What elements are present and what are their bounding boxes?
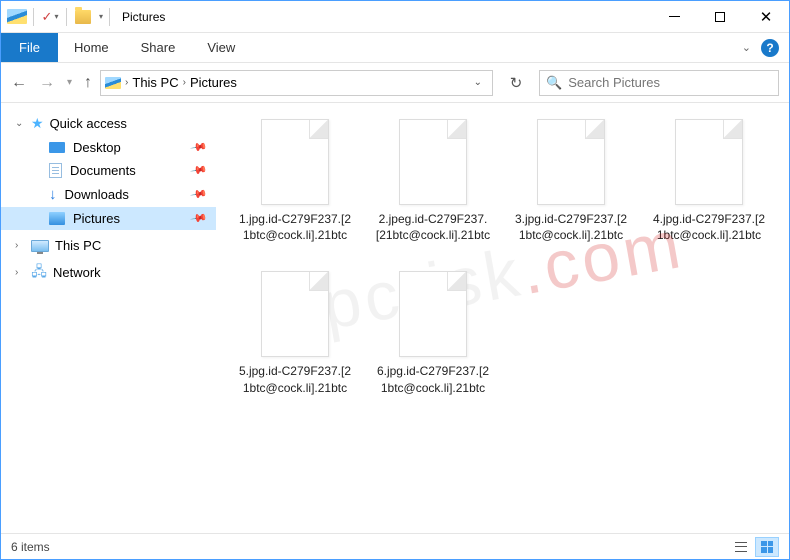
location-icon <box>105 77 121 89</box>
desktop-icon <box>49 142 65 153</box>
address-bar[interactable]: › This PC › Pictures ⌄ <box>100 70 493 96</box>
tab-view[interactable]: View <box>191 33 251 62</box>
maximize-button[interactable] <box>697 2 743 32</box>
list-icon <box>735 542 747 552</box>
search-input[interactable] <box>568 75 772 90</box>
navigation-pane: ⌄ ★ Quick access Desktop 📌 Documents 📌 ↓… <box>1 103 216 533</box>
forward-button[interactable]: → <box>39 74 55 92</box>
file-item[interactable]: 2.jpeg.id-C279F237.[21btc@cock.li].21btc <box>374 119 492 243</box>
icons-view-button[interactable] <box>755 537 779 557</box>
search-box[interactable]: 🔍 <box>539 70 779 96</box>
qat-dropdown-icon[interactable]: ▾ <box>99 12 103 21</box>
expand-icon[interactable]: › <box>15 240 18 251</box>
quick-access-header[interactable]: ⌄ ★ Quick access <box>1 111 216 136</box>
pc-icon <box>31 240 49 252</box>
back-button[interactable]: ← <box>11 74 27 92</box>
expand-ribbon-icon[interactable]: ⌄ <box>742 41 751 54</box>
network-icon: 🖧 <box>31 266 47 280</box>
search-icon: 🔍 <box>546 75 562 91</box>
file-pane[interactable]: pcrisk.com 1.jpg.id-C279F237.[21btc@cock… <box>216 103 789 533</box>
network-label: Network <box>53 265 101 280</box>
network-header[interactable]: › 🖧 Network <box>1 261 216 284</box>
grid-icon <box>761 541 773 553</box>
file-item[interactable]: 5.jpg.id-C279F237.[21btc@cock.li].21btc <box>236 271 354 395</box>
file-name: 2.jpeg.id-C279F237.[21btc@cock.li].21btc <box>374 211 492 243</box>
pin-icon: 📌 <box>190 138 209 157</box>
main-area: ⌄ ★ Quick access Desktop 📌 Documents 📌 ↓… <box>1 103 789 533</box>
close-button[interactable]: ✕ <box>743 2 789 32</box>
title-bar: ✓▾ ▾ Pictures ✕ <box>1 1 789 33</box>
file-icon <box>261 271 329 357</box>
expand-icon[interactable]: › <box>15 267 18 278</box>
sidebar-item-label: Desktop <box>73 140 121 155</box>
sidebar-item-pictures[interactable]: Pictures 📌 <box>1 207 216 230</box>
minimize-button[interactable] <box>651 2 697 32</box>
file-item[interactable]: 6.jpg.id-C279F237.[21btc@cock.li].21btc <box>374 271 492 395</box>
quick-access-toolbar: ✓▾ ▾ Pictures <box>1 7 165 27</box>
sidebar-item-label: Pictures <box>73 211 120 226</box>
file-name: 1.jpg.id-C279F237.[21btc@cock.li].21btc <box>236 211 354 243</box>
refresh-button[interactable]: ↻ <box>501 70 531 96</box>
tab-home[interactable]: Home <box>58 33 125 62</box>
file-item[interactable]: 3.jpg.id-C279F237.[21btc@cock.li].21btc <box>512 119 630 243</box>
sidebar-item-label: Documents <box>70 163 136 178</box>
sidebar-item-documents[interactable]: Documents 📌 <box>1 159 216 182</box>
address-dropdown-icon[interactable]: ⌄ <box>474 77 488 88</box>
help-icon[interactable]: ? <box>761 39 779 57</box>
pin-icon: 📌 <box>190 209 209 228</box>
quick-access-label: Quick access <box>50 116 127 131</box>
file-icon <box>675 119 743 205</box>
sidebar-item-label: Downloads <box>65 187 129 202</box>
ribbon-tabs: File Home Share View ⌄ ? <box>1 33 789 63</box>
status-bar: 6 items <box>1 533 789 559</box>
properties-icon[interactable]: ✓▾ <box>40 7 60 27</box>
chevron-right-icon[interactable]: › <box>183 77 186 88</box>
window-title: Pictures <box>122 10 165 24</box>
sidebar-item-desktop[interactable]: Desktop 📌 <box>1 136 216 159</box>
breadcrumb-this-pc[interactable]: This PC <box>132 75 178 90</box>
file-name: 6.jpg.id-C279F237.[21btc@cock.li].21btc <box>374 363 492 395</box>
pin-icon: 📌 <box>190 185 209 204</box>
tab-share[interactable]: Share <box>125 33 192 62</box>
file-name: 5.jpg.id-C279F237.[21btc@cock.li].21btc <box>236 363 354 395</box>
up-button[interactable]: ↑ <box>84 74 92 92</box>
breadcrumb-pictures[interactable]: Pictures <box>190 75 237 90</box>
file-icon <box>399 119 467 205</box>
sidebar-item-downloads[interactable]: ↓ Downloads 📌 <box>1 182 216 207</box>
view-mode-toggles <box>729 537 779 557</box>
watermark: pcrisk.com <box>316 205 689 345</box>
star-icon: ★ <box>31 115 44 132</box>
file-name: 3.jpg.id-C279F237.[21btc@cock.li].21btc <box>512 211 630 243</box>
window-controls: ✕ <box>651 2 789 32</box>
file-icon <box>399 271 467 357</box>
file-item[interactable]: 1.jpg.id-C279F237.[21btc@cock.li].21btc <box>236 119 354 243</box>
documents-icon <box>49 163 62 178</box>
pin-icon: 📌 <box>190 161 209 180</box>
file-icon <box>537 119 605 205</box>
file-icon <box>261 119 329 205</box>
pictures-icon <box>49 212 65 225</box>
file-name: 4.jpg.id-C279F237.[21btc@cock.li].21btc <box>650 211 768 243</box>
item-count: 6 items <box>11 540 50 554</box>
chevron-right-icon[interactable]: › <box>125 77 128 88</box>
downloads-icon: ↓ <box>49 186 57 203</box>
details-view-button[interactable] <box>729 537 753 557</box>
folder-icon[interactable] <box>73 7 93 27</box>
navigation-bar: ← → ▾ ↑ › This PC › Pictures ⌄ ↻ 🔍 <box>1 63 789 103</box>
file-tab[interactable]: File <box>1 33 58 62</box>
collapse-icon[interactable]: ⌄ <box>15 118 23 129</box>
recent-dropdown-icon[interactable]: ▾ <box>67 77 72 88</box>
this-pc-header[interactable]: › This PC <box>1 234 216 257</box>
file-item[interactable]: 4.jpg.id-C279F237.[21btc@cock.li].21btc <box>650 119 768 243</box>
this-pc-label: This PC <box>55 238 101 253</box>
app-icon[interactable] <box>7 7 27 27</box>
